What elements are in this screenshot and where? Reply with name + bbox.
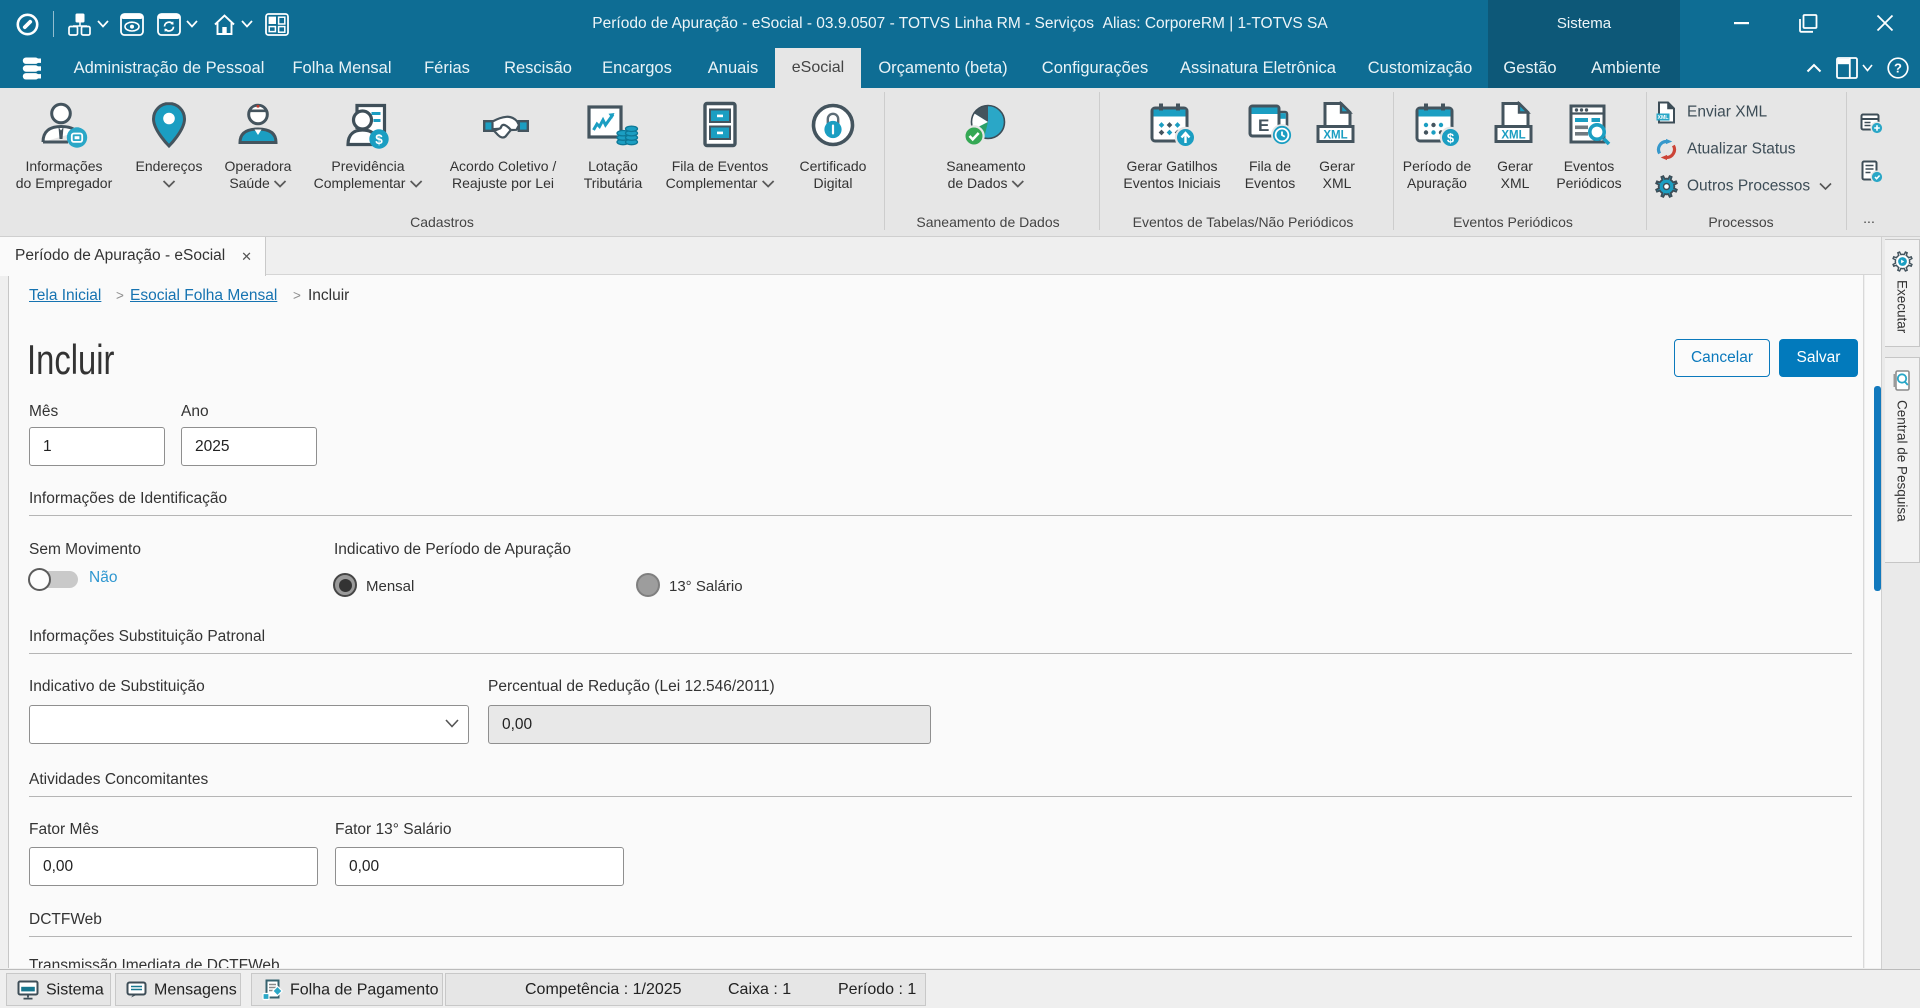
svg-text:$: $ — [375, 132, 383, 147]
svg-text:XML: XML — [1323, 130, 1347, 142]
svg-text:E: E — [1258, 116, 1269, 135]
svg-text:$: $ — [1447, 131, 1455, 146]
svg-text:XML: XML — [1501, 130, 1525, 142]
svg-text:?: ? — [1894, 61, 1902, 76]
svg-text:XML: XML — [1658, 115, 1670, 121]
